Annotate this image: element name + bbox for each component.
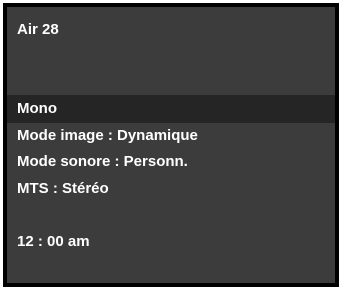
picture-mode-label: Mode image : Dynamique (17, 127, 198, 144)
osd-frame: Air 28 Mono Mode image : Dynamique Mode … (3, 3, 339, 287)
mts-label: MTS : Stéréo (17, 180, 109, 197)
channel-label: Air 28 (17, 21, 59, 38)
audio-mode-label: Mono (17, 100, 57, 117)
osd-info-panel: Air 28 Mono Mode image : Dynamique Mode … (7, 7, 335, 283)
sound-mode-label: Mode sonore : Personn. (17, 153, 188, 170)
clock-time: 12 : 00 am (17, 233, 90, 250)
